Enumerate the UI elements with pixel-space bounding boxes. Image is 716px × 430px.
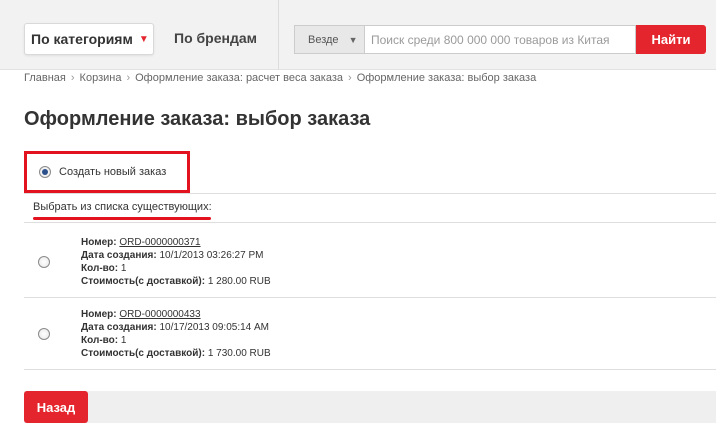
- choose-existing-label: Выбрать из списка существующих:: [33, 201, 212, 213]
- brands-link[interactable]: По брендам: [174, 30, 257, 46]
- breadcrumb-cart[interactable]: Корзина: [80, 72, 122, 84]
- categories-label: По категориям: [31, 31, 133, 47]
- order-number-link[interactable]: ORD-0000000371: [119, 237, 200, 248]
- order-cost: 1 730.00 RUB: [207, 348, 271, 359]
- divider: [24, 222, 716, 223]
- search-scope-value: Везде: [308, 33, 339, 46]
- order-item: Номер: ORD-0000000371 Дата создания: 10/…: [81, 236, 271, 288]
- order-number-link[interactable]: ORD-0000000433: [119, 309, 200, 320]
- breadcrumb-separator: ›: [126, 72, 131, 84]
- new-order-option[interactable]: Создать новый заказ: [24, 151, 190, 193]
- order-cost-label: Стоимость(с доставкой):: [81, 348, 206, 359]
- back-button[interactable]: Назад: [24, 391, 88, 423]
- breadcrumb: Главная › Корзина › Оформление заказа: расче…: [24, 72, 536, 84]
- breadcrumb-current: Оформление заказа: выбор заказа: [356, 72, 537, 84]
- order-date: 10/17/2013 09:05:14 AM: [159, 322, 270, 333]
- search-button[interactable]: Найти: [636, 25, 706, 54]
- order-qty: 1: [120, 335, 127, 346]
- categories-dropdown[interactable]: По категориям ▼: [24, 23, 154, 55]
- breadcrumb-home[interactable]: Главная: [24, 72, 66, 84]
- order-radio[interactable]: [38, 328, 50, 340]
- search-input[interactable]: [364, 25, 636, 54]
- caret-down-icon: ▼: [348, 34, 358, 45]
- breadcrumb-separator: ›: [70, 72, 75, 84]
- chevron-down-icon: ▼: [138, 33, 149, 45]
- order-qty-label: Кол-во:: [81, 335, 119, 346]
- order-cost: 1 280.00 RUB: [207, 276, 271, 287]
- breadcrumb-weight-calc[interactable]: Оформление заказа: расчет веса заказа: [135, 72, 343, 84]
- footer-bar: [24, 391, 716, 423]
- new-order-radio[interactable]: [39, 166, 51, 178]
- order-date-label: Дата создания:: [81, 250, 157, 261]
- breadcrumb-separator: ›: [348, 72, 352, 84]
- page-title: Оформление заказа: выбор заказа: [24, 108, 371, 130]
- order-date-label: Дата создания:: [81, 322, 157, 333]
- order-qty-label: Кол-во:: [81, 263, 119, 274]
- new-order-label: Создать новый заказ: [59, 166, 167, 178]
- order-number-label: Номер:: [81, 237, 117, 248]
- highlight-underline: [33, 217, 211, 220]
- order-cost-label: Стоимость(с доставкой):: [81, 276, 206, 287]
- divider: [24, 369, 716, 370]
- order-number-label: Номер:: [81, 309, 117, 320]
- order-date: 10/1/2013 03:26:27 PM: [159, 250, 264, 261]
- site-header: По категориям ▼ По брендам Везде ▼ Найти: [0, 0, 716, 70]
- search-scope-select[interactable]: Везде ▼: [294, 25, 364, 54]
- divider: [24, 193, 716, 194]
- order-qty: 1: [120, 263, 127, 274]
- order-radio[interactable]: [38, 256, 50, 268]
- header-divider: [278, 0, 279, 70]
- divider: [24, 297, 716, 298]
- order-item: Номер: ORD-0000000433 Дата создания: 10/…: [81, 308, 271, 360]
